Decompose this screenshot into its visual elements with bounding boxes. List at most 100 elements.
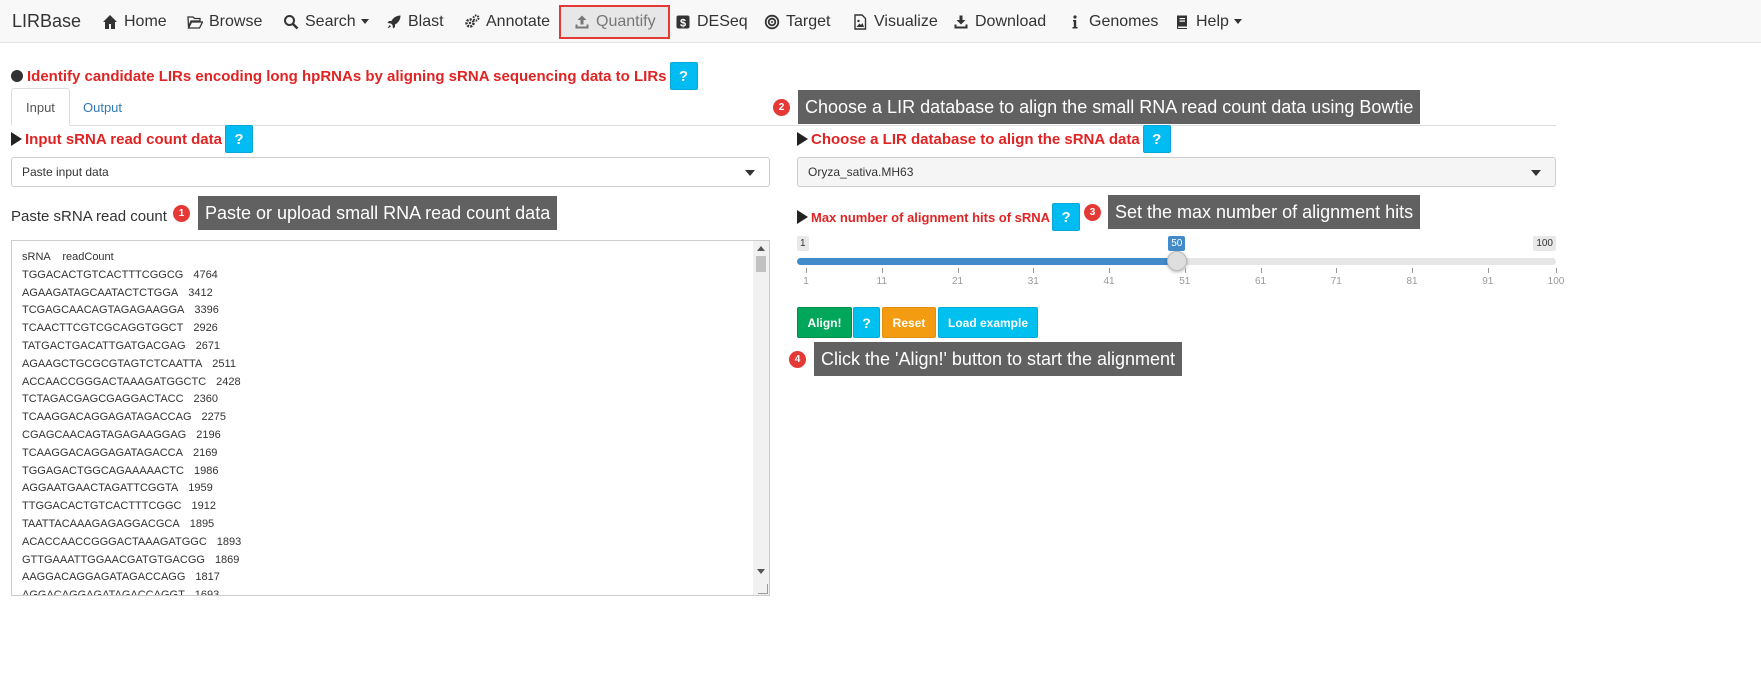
help-button-db[interactable]: ? xyxy=(1142,125,1171,153)
read-count: 1986 xyxy=(193,464,219,477)
nav-deseq-label: DESeq xyxy=(697,12,748,30)
slider-max-label: 100 xyxy=(1533,236,1556,251)
page-title-text: Identify candidate LIRs encoding long hp… xyxy=(27,67,667,85)
upload-icon xyxy=(573,13,591,31)
read-count: 2360 xyxy=(193,393,219,406)
navbar: LIRBase Home Browse Search Blast Annotat… xyxy=(0,0,1761,43)
nav-quantify[interactable]: Quantify xyxy=(559,5,670,39)
read-count: 1895 xyxy=(189,517,215,530)
load-example-button[interactable]: Load example xyxy=(938,307,1038,338)
read-count-row: AGAAGCTGCGCGTAGTCTCAATTA 2511 xyxy=(22,356,241,374)
help-button-title[interactable]: ? xyxy=(669,62,698,90)
database-select[interactable]: Oryza_sativa.MH63 xyxy=(797,157,1556,187)
nav-genomes[interactable]: Genomes xyxy=(1066,0,1158,43)
scroll-thumb[interactable] xyxy=(756,256,766,272)
read-count-row: TCAACTTCGTCGCAGGTGGCT 2926 xyxy=(22,320,241,338)
nav-deseq[interactable]: $ DESeq xyxy=(674,0,748,43)
svg-text:$: $ xyxy=(680,17,686,29)
read-count-row: AAGGACAGGAGATAGACCAGG 1817 xyxy=(22,569,241,587)
triangle-icon xyxy=(797,210,808,224)
chevron-down-icon xyxy=(1531,170,1541,176)
slider-tick-label: 81 xyxy=(1406,276,1418,287)
reset-button[interactable]: Reset xyxy=(882,307,936,338)
nav-quantify-label: Quantify xyxy=(596,13,656,30)
srna-sequence: AGAAGATAGCAATACTCTGGA xyxy=(22,286,179,299)
read-count-row: TCAAGGACAGGAGATAGACCAG 2275 xyxy=(22,409,241,427)
resize-handle[interactable] xyxy=(758,584,768,594)
srna-sequence: AAGGACAGGAGATAGACCAGG xyxy=(22,571,186,584)
slider-tick xyxy=(1556,268,1557,273)
read-count-row: TATGACTGACATTGATGACGAG 2671 xyxy=(22,338,241,356)
slider-tick xyxy=(1260,268,1262,273)
textarea-scrollbar[interactable] xyxy=(753,241,769,595)
srna-sequence: TCAAGGACAGGAGATAGACCAG xyxy=(22,411,192,424)
cogs-icon xyxy=(463,13,481,31)
chevron-down-icon xyxy=(1233,19,1242,24)
scroll-up-icon[interactable] xyxy=(757,246,765,251)
slider-value-label: 50 xyxy=(1168,236,1186,251)
read-count-textarea[interactable]: sRNA readCount TGGACACTGTCACTTTCGGCG 4764… xyxy=(11,240,770,596)
slider-tick xyxy=(1109,268,1111,273)
nav-annotate[interactable]: Annotate xyxy=(463,0,550,43)
read-count: 2169 xyxy=(192,446,218,459)
read-count: 4764 xyxy=(193,268,218,281)
read-count: 3396 xyxy=(194,304,219,317)
nav-home[interactable]: Home xyxy=(101,0,167,43)
nav-genomes-label: Genomes xyxy=(1089,12,1159,30)
help-button-align[interactable]: ? xyxy=(853,307,880,338)
brand-logo[interactable]: LIRBase xyxy=(12,11,81,32)
slider-tick-label: 41 xyxy=(1103,276,1115,287)
callout-number: 1 xyxy=(173,204,190,222)
srna-sequence: TCGAGCAACAGTAGAGAAGGA xyxy=(22,304,185,317)
srna-sequence: AGGAATGAACTAGATTCGGTA xyxy=(22,482,179,495)
srna-sequence: AGAAGCTGCGCGTAGTCTCAATTA xyxy=(22,357,203,370)
nav-home-label: Home xyxy=(124,12,167,30)
nav-browse[interactable]: Browse xyxy=(186,0,262,43)
scroll-down-icon[interactable] xyxy=(757,569,765,574)
slider-tick xyxy=(957,268,959,273)
srna-sequence: TCAAGGACAGGAGATAGACCA xyxy=(22,446,183,459)
read-count: 1893 xyxy=(216,535,242,548)
srna-sequence: TCAACTTCGTCGCAGGTGGCT xyxy=(22,322,184,335)
search-icon xyxy=(282,13,300,31)
nav-help[interactable]: Help xyxy=(1173,0,1242,43)
slider-tick-label: 61 xyxy=(1254,276,1267,287)
input-type-select[interactable]: Paste input data xyxy=(11,157,770,187)
nav-blast[interactable]: Blast xyxy=(385,0,444,43)
tab-input[interactable]: Input xyxy=(11,88,70,126)
srna-sequence: ACCAACCGGGACTAAAGATGGCTC xyxy=(22,375,207,388)
nav-browse-label: Browse xyxy=(209,12,263,30)
read-count: 2196 xyxy=(196,428,221,441)
nav-target[interactable]: Target xyxy=(763,0,830,43)
header-count: readCount xyxy=(62,251,114,263)
read-count-row: CGAGCAACAGTAGAGAAGGAG 2196 xyxy=(22,427,241,445)
file-image-icon xyxy=(851,13,869,31)
slider-tick xyxy=(881,268,883,273)
read-count: 1959 xyxy=(188,482,213,495)
callout-text: Choose a LIR database to align the small… xyxy=(798,90,1421,124)
paste-label: Paste sRNA read count xyxy=(11,208,167,225)
slider-tick-label: 71 xyxy=(1330,276,1342,287)
nav-visualize[interactable]: Visualize xyxy=(851,0,938,43)
srna-sequence: TGGAGACTGGCAGAAAAACTC xyxy=(22,464,184,477)
max-hits-slider[interactable]: 1 100 50 1 11 21 31 41 51 61 71 81 91 100 xyxy=(797,236,1564,296)
callout-3: 3 Set the max number of alignment hits xyxy=(1084,195,1421,229)
tab-output[interactable]: Output xyxy=(69,88,136,126)
read-count-row: AGGAATGAACTAGATTCGGTA 1959 xyxy=(22,480,241,498)
align-button[interactable]: Align! xyxy=(797,307,852,338)
chevron-down-icon xyxy=(360,19,369,24)
nav-download[interactable]: Download xyxy=(952,0,1046,43)
nav-search[interactable]: Search xyxy=(282,0,369,43)
textarea-content: sRNA readCount TGGACACTGTCACTTTCGGCG 4764… xyxy=(22,249,242,595)
callout-number: 3 xyxy=(1084,203,1101,221)
header-seq: sRNA xyxy=(22,251,51,263)
help-button-hits[interactable]: ? xyxy=(1052,203,1081,231)
slider-tick-label: 31 xyxy=(1027,276,1039,287)
srna-sequence: TAATTACAAAGAGAGGACGCA xyxy=(22,517,180,530)
slider-tick xyxy=(1336,268,1338,273)
slider-tick xyxy=(1033,268,1035,273)
help-button-input[interactable]: ? xyxy=(224,125,253,153)
read-count: 2926 xyxy=(193,322,218,335)
slider-tick-label: 21 xyxy=(951,276,964,287)
triangle-icon xyxy=(797,132,808,146)
